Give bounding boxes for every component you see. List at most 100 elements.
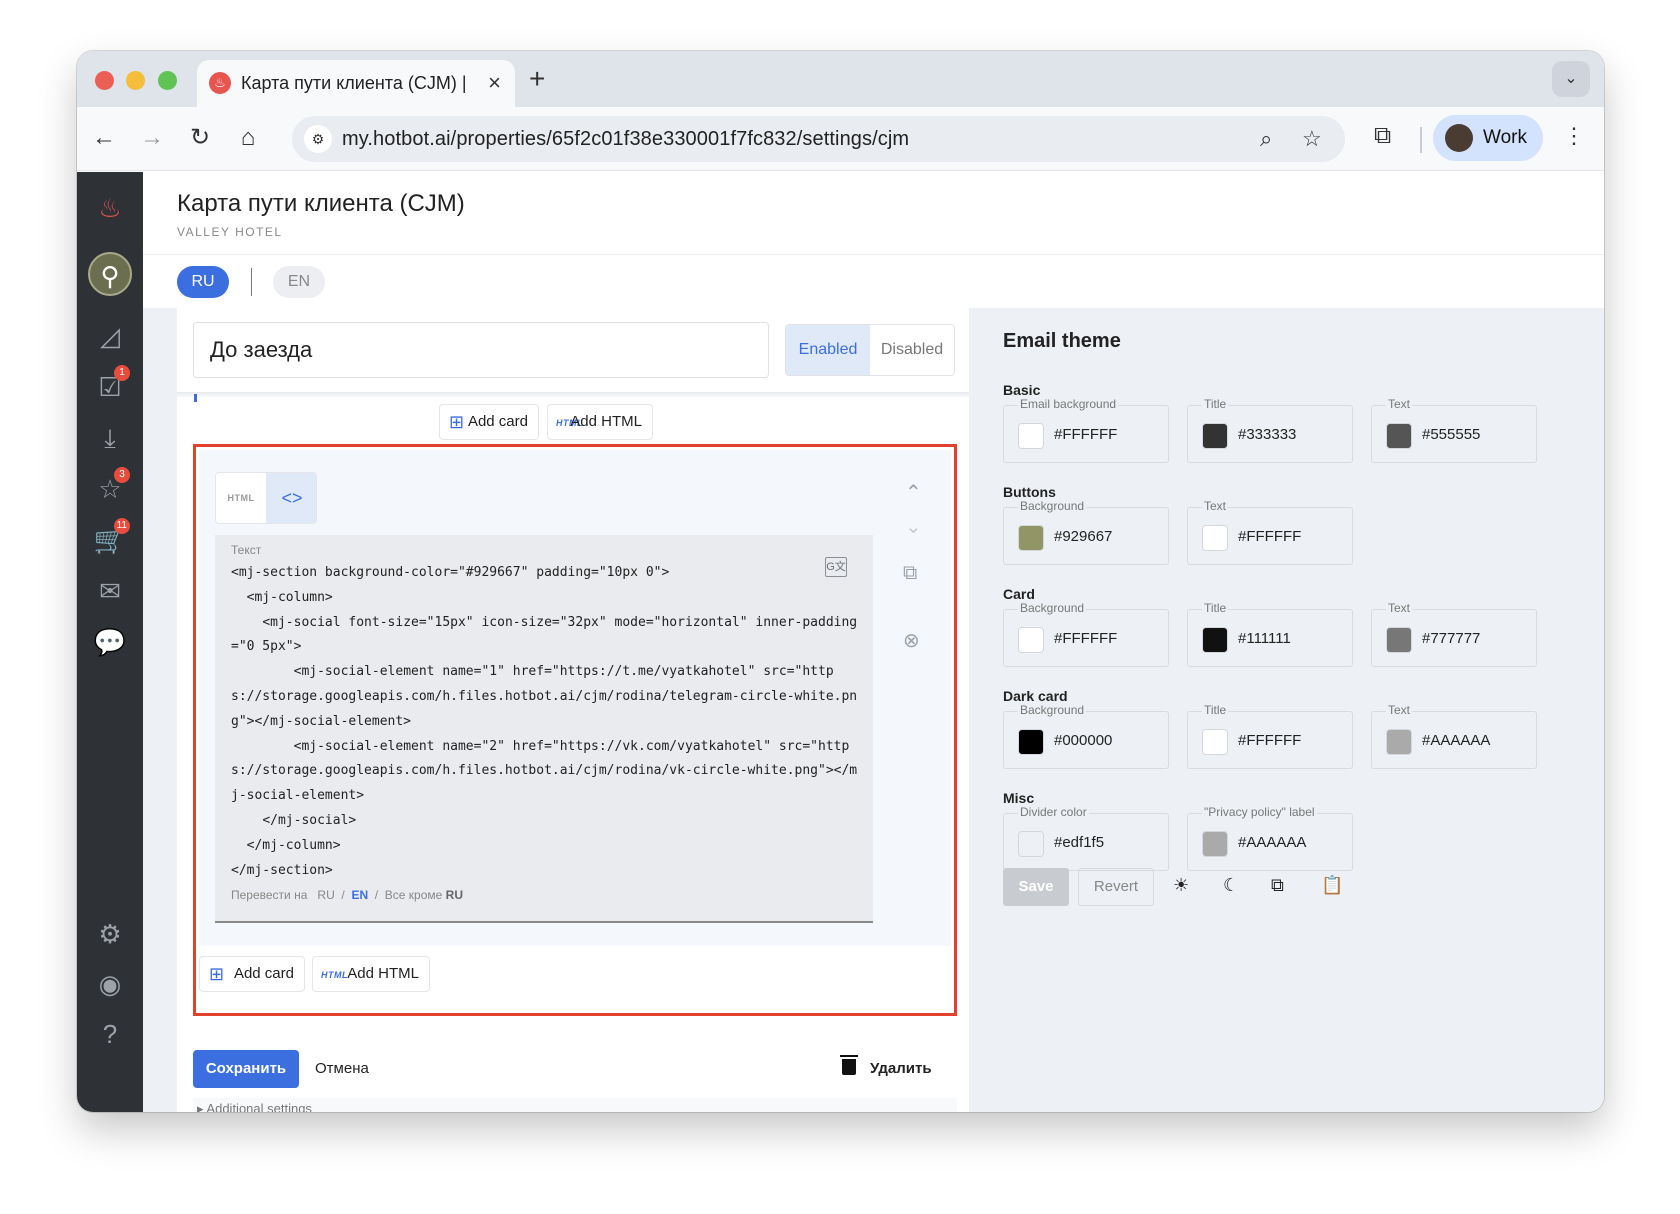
browser-menu-icon[interactable]: ⋮ bbox=[1563, 123, 1585, 149]
color-swatch[interactable] bbox=[1386, 627, 1412, 653]
card-text-color-field[interactable]: Text #777777 bbox=[1371, 601, 1537, 667]
hotbot-logo-icon[interactable]: ♨ bbox=[88, 186, 132, 230]
hex-value[interactable]: #111111 bbox=[1238, 630, 1291, 647]
color-swatch[interactable] bbox=[1202, 423, 1228, 449]
hex-value[interactable]: #FFFFFF bbox=[1054, 426, 1117, 443]
new-tab-button[interactable]: + bbox=[529, 63, 545, 95]
duplicate-copy-icon[interactable]: ⧉ bbox=[903, 562, 917, 585]
step-status-toggle[interactable]: Enabled Disabled bbox=[785, 324, 955, 376]
hex-value[interactable]: #AAAAAA bbox=[1422, 732, 1490, 749]
user-account-icon[interactable]: ◉ bbox=[88, 962, 132, 1006]
hex-value[interactable]: #000000 bbox=[1054, 732, 1112, 749]
add-html-button-bottom[interactable]: HTML Add HTML bbox=[312, 956, 430, 992]
address-bar[interactable]: ⚙ my.hotbot.ai/properties/65f2c01f38e330… bbox=[292, 116, 1345, 162]
settings-gear-icon[interactable]: ⚙ bbox=[88, 912, 132, 956]
add-card-button-top[interactable]: ⊞ Add card bbox=[439, 404, 539, 440]
delete-button[interactable]: Удалить bbox=[840, 1050, 932, 1088]
profile-chip[interactable]: Work bbox=[1433, 115, 1543, 161]
color-swatch[interactable] bbox=[1018, 831, 1044, 857]
color-swatch[interactable] bbox=[1018, 525, 1044, 551]
reload-icon[interactable]: ↻ bbox=[183, 121, 217, 155]
bookmark-star-icon[interactable]: ☆ bbox=[1302, 126, 1322, 152]
tab-search-chevron-icon[interactable]: ⌄ bbox=[1552, 61, 1590, 97]
color-swatch[interactable] bbox=[1386, 729, 1412, 755]
hex-value[interactable]: #FFFFFF bbox=[1238, 528, 1301, 545]
tasks-check-icon[interactable]: ☑ 1 bbox=[88, 365, 132, 409]
hex-value[interactable]: #FFFFFF bbox=[1238, 732, 1301, 749]
color-swatch[interactable] bbox=[1386, 423, 1412, 449]
paste-clipboard-icon[interactable]: 📋 bbox=[1321, 875, 1343, 896]
translate-ru-link[interactable]: RU bbox=[317, 888, 334, 902]
dark-card-title-color-field[interactable]: Title #FFFFFF bbox=[1187, 703, 1353, 769]
lang-tab-en[interactable]: EN bbox=[273, 266, 325, 298]
translate-all-link[interactable]: Все кроме bbox=[385, 888, 443, 902]
remove-block-icon[interactable]: ⊗ bbox=[903, 628, 920, 653]
code-text[interactable]: <mj-section background-color="#929667" p… bbox=[231, 561, 859, 883]
editor-mode-switch[interactable]: HTML <> bbox=[215, 472, 317, 524]
theme-revert-button[interactable]: Revert bbox=[1078, 868, 1154, 906]
buttons-background-field[interactable]: Background #929667 bbox=[1003, 499, 1169, 565]
disabled-option[interactable]: Disabled bbox=[870, 325, 954, 375]
mail-icon[interactable]: ✉ bbox=[88, 569, 132, 613]
save-button[interactable]: Сохранить bbox=[193, 1050, 299, 1088]
back-arrow-icon[interactable]: ← bbox=[87, 121, 121, 155]
add-card-button-bottom[interactable]: ⊞ Add card bbox=[199, 956, 305, 992]
tab-close-icon[interactable]: × bbox=[488, 70, 501, 96]
basic-text-color-field[interactable]: Text #555555 bbox=[1371, 397, 1537, 463]
divider-color-field[interactable]: Divider color #edf1f5 bbox=[1003, 805, 1169, 871]
code-mode-icon[interactable]: <> bbox=[266, 473, 316, 523]
color-swatch[interactable] bbox=[1202, 831, 1228, 857]
add-html-button-top[interactable]: HTML Add HTML bbox=[547, 404, 653, 440]
zoom-icon[interactable]: ⌕ bbox=[1260, 126, 1272, 152]
color-swatch[interactable] bbox=[1202, 525, 1228, 551]
enabled-option[interactable]: Enabled bbox=[786, 325, 870, 375]
reviews-star-icon[interactable]: ☆ 3 bbox=[88, 467, 132, 511]
theme-save-button[interactable]: Save bbox=[1003, 868, 1069, 906]
color-swatch[interactable] bbox=[1018, 423, 1044, 449]
hex-value[interactable]: #555555 bbox=[1422, 426, 1480, 443]
browser-tab[interactable]: ♨ Карта пути клиента (CJM) | \ × bbox=[197, 60, 515, 107]
move-down-chevron-icon[interactable]: ⌄ bbox=[905, 514, 922, 539]
color-swatch[interactable] bbox=[1202, 627, 1228, 653]
lang-tab-ru[interactable]: RU bbox=[177, 266, 229, 298]
help-question-icon[interactable]: ? bbox=[88, 1012, 132, 1056]
basic-title-color-field[interactable]: Title #333333 bbox=[1187, 397, 1353, 463]
chat-bubble-icon[interactable]: 💬 bbox=[88, 620, 132, 664]
inbox-download-icon[interactable]: ⤓ bbox=[88, 416, 132, 460]
light-theme-sun-icon[interactable]: ☀ bbox=[1173, 875, 1189, 896]
step-name-input[interactable]: До заезда bbox=[193, 322, 769, 378]
color-swatch[interactable] bbox=[1018, 627, 1044, 653]
move-up-chevron-icon[interactable]: ⌃ bbox=[905, 480, 922, 505]
hex-value[interactable]: #777777 bbox=[1422, 630, 1480, 647]
dark-card-text-color-field[interactable]: Text #AAAAAA bbox=[1371, 703, 1537, 769]
analytics-chart-icon[interactable]: ◿ bbox=[88, 314, 132, 358]
cancel-button[interactable]: Отмена bbox=[315, 1050, 369, 1088]
cjm-route-icon[interactable]: ⚲ bbox=[88, 252, 132, 296]
url-text[interactable]: my.hotbot.ai/properties/65f2c01f38e33000… bbox=[342, 128, 909, 151]
card-background-field[interactable]: Background #FFFFFF bbox=[1003, 601, 1169, 667]
html-preview-mode[interactable]: HTML bbox=[216, 473, 266, 523]
code-editor[interactable]: Текст G文 <mj-section background-color="#… bbox=[215, 535, 873, 923]
copy-theme-icon[interactable]: ⧉ bbox=[1271, 875, 1284, 896]
privacy-label-color-field[interactable]: "Privacy policy" label #AAAAAA bbox=[1187, 805, 1353, 871]
buttons-text-color-field[interactable]: Text #FFFFFF bbox=[1187, 499, 1353, 565]
hex-value[interactable]: #FFFFFF bbox=[1054, 630, 1117, 647]
home-icon[interactable]: ⌂ bbox=[231, 121, 265, 155]
color-swatch[interactable] bbox=[1018, 729, 1044, 755]
minimize-window-button[interactable] bbox=[126, 71, 145, 90]
maximize-window-button[interactable] bbox=[158, 71, 177, 90]
orders-cart-icon[interactable]: 🛒 11 bbox=[88, 518, 132, 562]
color-swatch[interactable] bbox=[1202, 729, 1228, 755]
additional-settings-toggle[interactable]: ▸ Additional settings bbox=[193, 1098, 957, 1112]
hex-value[interactable]: #edf1f5 bbox=[1054, 834, 1104, 851]
dark-card-background-field[interactable]: Background #000000 bbox=[1003, 703, 1169, 769]
hex-value[interactable]: #333333 bbox=[1238, 426, 1296, 443]
card-title-color-field[interactable]: Title #111111 bbox=[1187, 601, 1353, 667]
dark-theme-moon-icon[interactable]: ☾ bbox=[1223, 875, 1239, 896]
close-window-button[interactable] bbox=[95, 71, 114, 90]
forward-arrow-icon[interactable]: → bbox=[135, 121, 169, 155]
hex-value[interactable]: #AAAAAA bbox=[1238, 834, 1306, 851]
site-settings-icon[interactable]: ⚙ bbox=[304, 125, 332, 153]
extensions-puzzle-icon[interactable]: ⧉ bbox=[1374, 122, 1391, 150]
translate-en-link[interactable]: EN bbox=[351, 888, 368, 902]
